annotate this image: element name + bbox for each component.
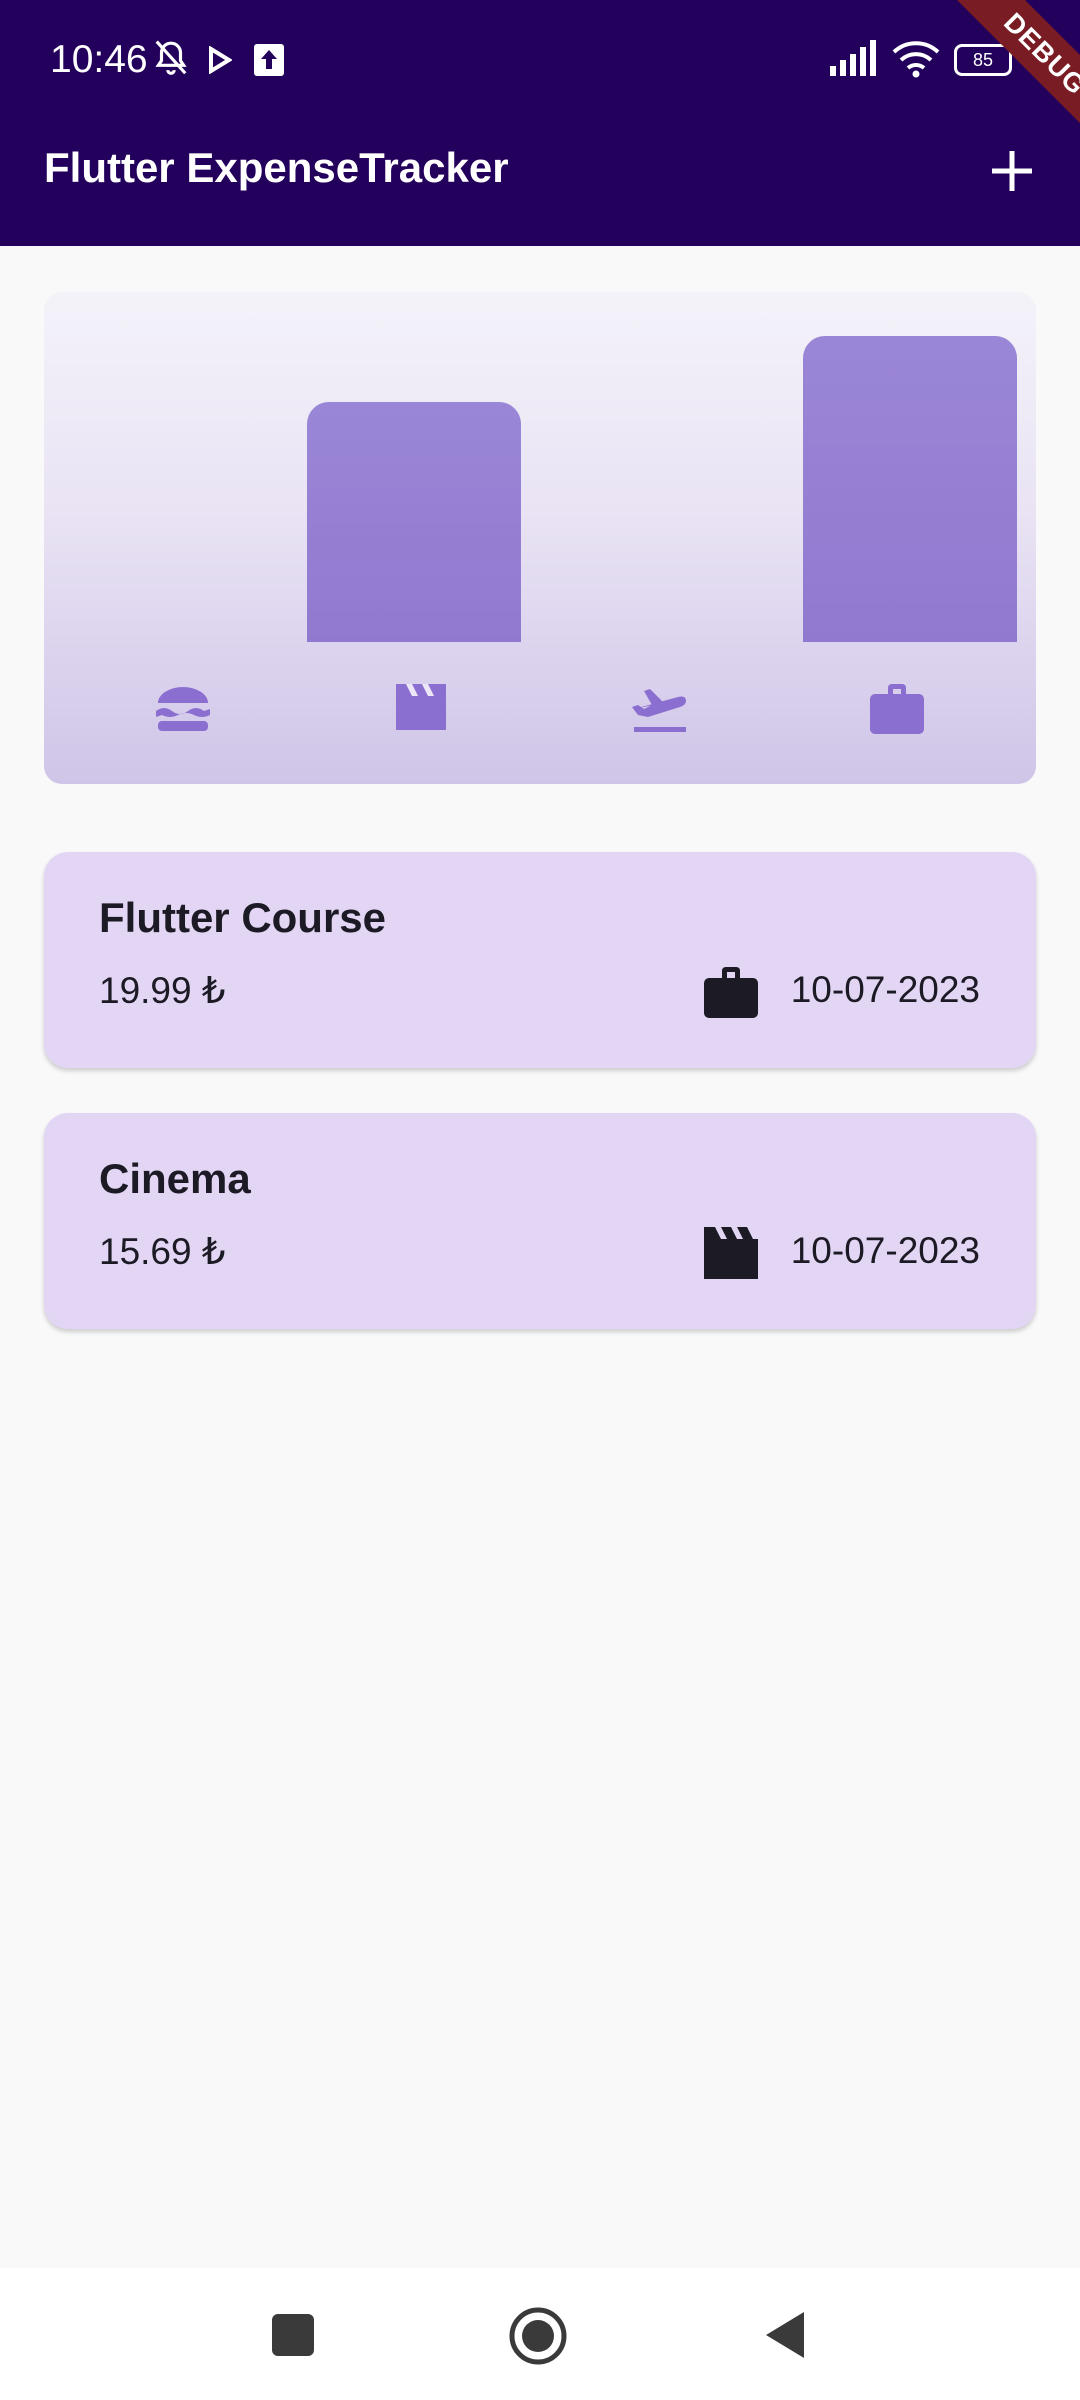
status-time: 10:46 <box>50 38 148 81</box>
app-bar: 10:46 85 Flutter ExpenseTracker DEBUG <box>0 0 1080 246</box>
expense-date: 10-07-2023 <box>790 969 980 1010</box>
upload-icon <box>254 44 284 76</box>
chart-bar-work <box>803 336 1017 642</box>
clapperboard-icon <box>704 1227 758 1279</box>
clapperboard-icon <box>396 684 446 730</box>
debug-banner: DEBUG <box>946 0 1080 153</box>
signal-icon <box>830 40 876 76</box>
app-title: Flutter ExpenseTracker <box>44 144 509 191</box>
briefcase-icon <box>870 684 924 734</box>
expense-amount: 19.99 ₺ <box>99 970 226 1011</box>
bell-off-icon <box>155 40 187 75</box>
expense-amount: 15.69 ₺ <box>99 1231 226 1272</box>
play-icon <box>209 46 232 74</box>
battery-level: 85 <box>972 50 994 70</box>
recents-square-icon[interactable] <box>270 2312 316 2358</box>
expense-title: Cinema <box>99 1155 251 1202</box>
home-circle-icon[interactable] <box>508 2306 568 2366</box>
plus-icon[interactable] <box>982 141 1042 201</box>
expense-card[interactable]: Flutter Course 19.99 ₺ 10-07-2023 <box>44 852 1036 1068</box>
expense-title: Flutter Course <box>99 894 387 941</box>
wifi-icon <box>892 41 940 78</box>
flight-takeoff-icon <box>632 689 686 732</box>
chart-bar-leisure <box>307 401 521 642</box>
briefcase-icon <box>704 967 758 1018</box>
expense-chart <box>44 292 1036 784</box>
expense-date: 10-07-2023 <box>790 1230 980 1271</box>
burger-icon <box>156 687 210 731</box>
expense-card[interactable]: Cinema 15.69 ₺ 10-07-2023 <box>44 1113 1036 1329</box>
system-nav-bar <box>0 2268 1080 2400</box>
battery-icon: 85 <box>954 44 1012 76</box>
back-triangle-icon[interactable] <box>760 2308 810 2362</box>
